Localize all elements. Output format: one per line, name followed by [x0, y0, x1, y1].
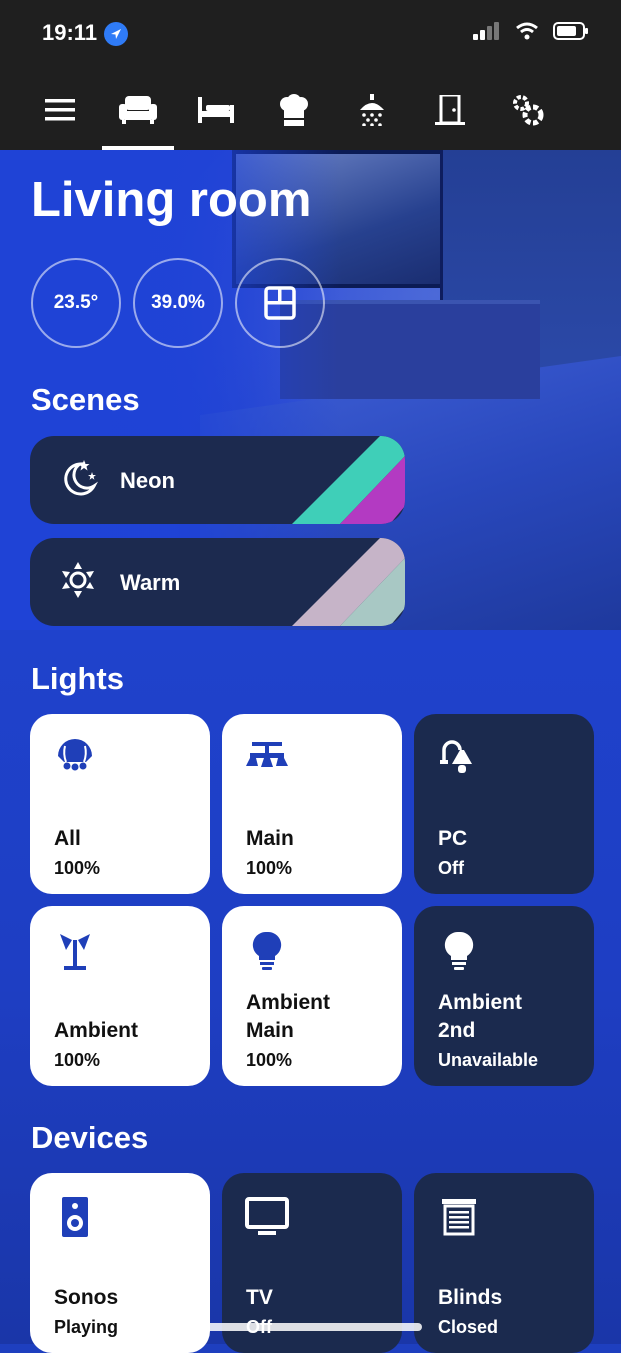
speaker-icon: [62, 1197, 88, 1237]
menu-button[interactable]: [24, 70, 96, 150]
sun-icon: [62, 562, 94, 598]
shower-icon: [360, 94, 384, 126]
tile-name: PC: [438, 827, 468, 850]
sofa-icon: [119, 96, 157, 124]
status-time: 19:11: [42, 20, 98, 45]
tile-state: Closed: [438, 1317, 499, 1337]
tab-bathroom[interactable]: [336, 70, 408, 150]
tab-hallway[interactable]: [414, 70, 486, 150]
tile-state: Playing: [54, 1317, 119, 1337]
chef-hat-icon: [280, 94, 308, 126]
scenes-title: Scenes: [31, 382, 140, 417]
devices-title: Devices: [31, 1120, 149, 1155]
bed-icon: [198, 97, 234, 123]
menu-icon: [45, 99, 75, 121]
window-icon: [264, 286, 296, 320]
tile-name-line2: Main: [246, 1019, 294, 1042]
tile-name: Sonos: [54, 1286, 119, 1309]
light-tile-ambient-2nd[interactable]: Ambient 2nd Unavailable: [414, 906, 594, 1086]
tile-state: 100%: [246, 858, 293, 878]
tile-name: Ambient: [54, 1019, 138, 1042]
blinds-icon: [442, 1199, 476, 1236]
tile-name-line2: 2nd: [438, 1019, 476, 1042]
light-tile-ambient[interactable]: Ambient 100%: [30, 906, 210, 1086]
window-sensor[interactable]: [235, 258, 325, 348]
tab-bedroom[interactable]: [180, 70, 252, 150]
bulb-icon: [444, 931, 474, 970]
bulb-icon: [252, 931, 282, 970]
tile-state: 100%: [54, 1050, 101, 1070]
tile-state: Off: [438, 858, 464, 878]
device-tile-sonos[interactable]: Sonos Playing: [30, 1173, 210, 1353]
room-nav: [0, 70, 621, 150]
device-tile-blinds[interactable]: Blinds Closed: [414, 1173, 594, 1353]
humidity-sensor[interactable]: 39.0%: [133, 258, 223, 348]
lights-group-icon: [58, 739, 92, 771]
floor-lamp-icon: [60, 934, 90, 970]
light-tile-pc[interactable]: PC Off: [414, 714, 594, 894]
scene-label: Warm: [120, 570, 181, 595]
tile-name: Main: [246, 827, 294, 850]
status-bar: 19:11: [0, 0, 621, 70]
ceiling-light-icon: [246, 742, 288, 767]
lights-title: Lights: [31, 661, 124, 696]
tile-name-line1: Ambient: [246, 991, 330, 1014]
tv-icon: [245, 1197, 289, 1235]
tile-state: Unavailable: [438, 1050, 539, 1070]
scene-neon[interactable]: Neon: [30, 436, 405, 524]
home-indicator[interactable]: [200, 1323, 422, 1331]
wifi-icon: [516, 22, 538, 40]
tile-name-line1: Ambient: [438, 991, 522, 1014]
location-arrow-icon: [104, 22, 128, 46]
tab-kitchen[interactable]: [258, 70, 330, 150]
scene-warm[interactable]: Warm: [30, 538, 405, 626]
tile-state: 100%: [246, 1050, 293, 1070]
temperature-sensor[interactable]: 23.5°: [31, 258, 121, 348]
moon-stars-icon: [64, 460, 98, 496]
light-tile-ambient-main[interactable]: Ambient Main 100%: [222, 906, 402, 1086]
status-indicators: [473, 22, 589, 40]
room-title: Living room: [31, 173, 312, 227]
tab-settings[interactable]: [492, 70, 564, 150]
light-tile-main[interactable]: Main 100%: [222, 714, 402, 894]
tile-name: Blinds: [438, 1286, 503, 1309]
tab-living-room[interactable]: [102, 70, 174, 150]
tile-name: All: [54, 827, 81, 850]
tile-state: 100%: [54, 858, 101, 878]
light-tile-all[interactable]: All 100%: [30, 714, 210, 894]
gears-icon: [513, 95, 544, 126]
door-icon: [435, 95, 465, 125]
cellular-signal-icon: [473, 22, 499, 40]
tile-name: TV: [246, 1286, 273, 1309]
scene-label: Neon: [120, 468, 175, 493]
wall-lamp-icon: [440, 740, 472, 773]
battery-icon: [553, 22, 588, 40]
